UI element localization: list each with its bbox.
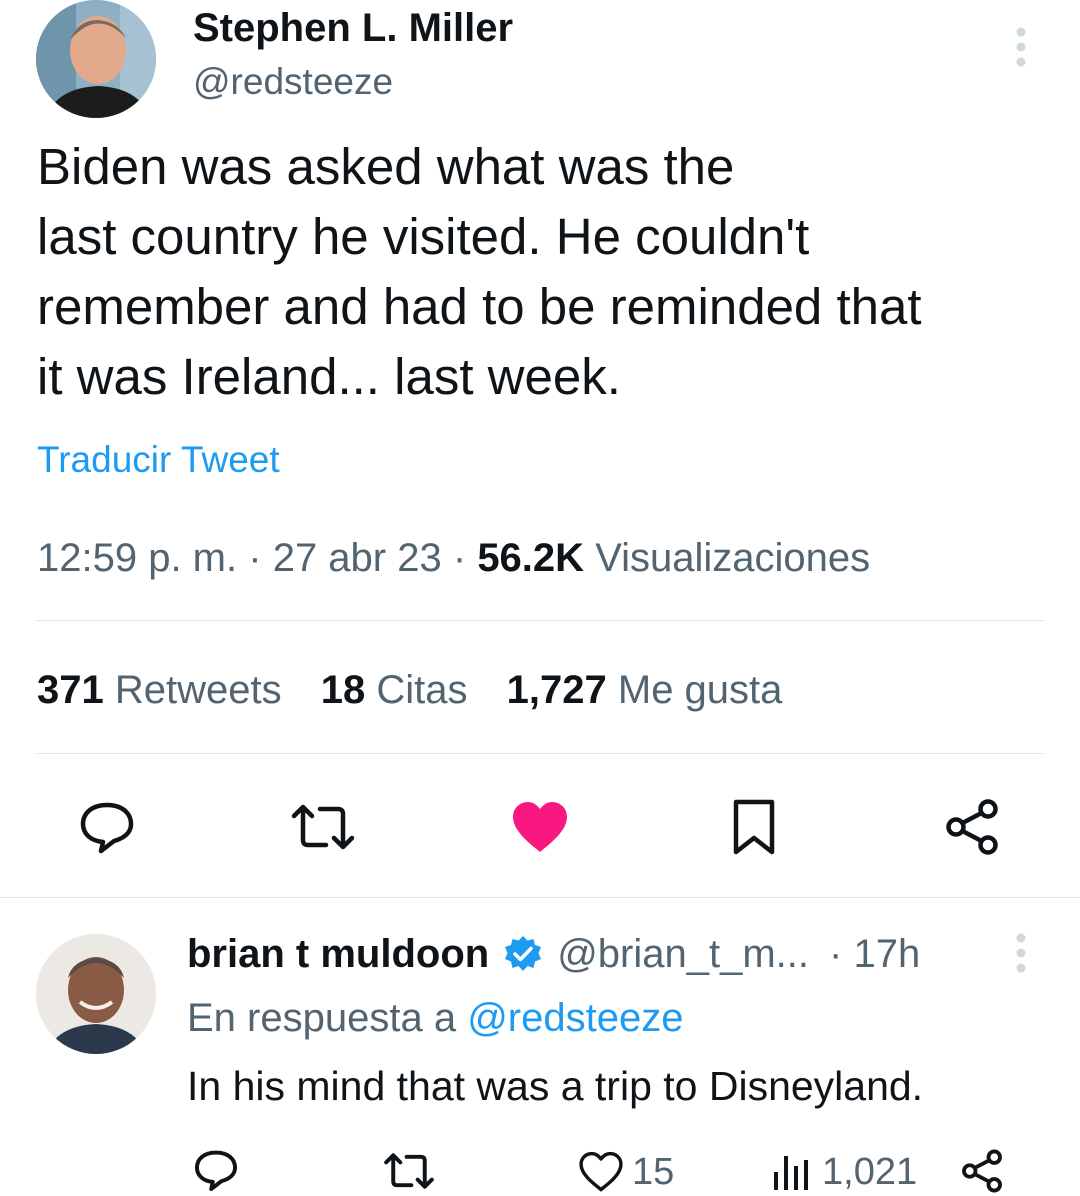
- divider: [36, 620, 1044, 621]
- views-label: Visualizaciones: [595, 536, 871, 580]
- divider: [36, 753, 1044, 754]
- divider: [0, 897, 1080, 898]
- reply-author-name[interactable]: brian t muldoon: [187, 930, 489, 978]
- reply-retweet-icon[interactable]: [380, 1148, 438, 1194]
- tweet-text-line: it was Ireland... last week.: [37, 348, 621, 405]
- likes-count: 1,727: [506, 668, 607, 712]
- reply-text: In his mind that was a trip to Disneylan…: [187, 1063, 924, 1109]
- reply-like-icon: [578, 1151, 624, 1193]
- author-handle[interactable]: @redsteeze: [193, 60, 393, 104]
- likes-stat[interactable]: 1,727 Me gusta: [507, 668, 783, 712]
- tweet-text-line: last country he visited. He couldn't: [37, 208, 810, 265]
- reply-like-count: 15: [632, 1151, 675, 1193]
- share-icon[interactable]: [936, 796, 1008, 858]
- author-avatar[interactable]: [36, 0, 156, 118]
- more-options-icon[interactable]: [1003, 24, 1039, 70]
- reply-author-handle[interactable]: @brian_t_m...: [557, 930, 809, 978]
- in-reply-handle-link[interactable]: @redsteeze: [467, 996, 683, 1040]
- retweets-stat[interactable]: 371 Retweets: [37, 668, 293, 712]
- tweet-date[interactable]: 27 abr 23: [273, 536, 442, 580]
- in-reply-prefix: En respuesta a: [187, 996, 457, 1040]
- tweet-time[interactable]: 12:59 p. m.: [37, 536, 237, 580]
- reply-more-options-icon[interactable]: [1003, 930, 1039, 976]
- tweet-text: Biden was asked what was the last countr…: [37, 132, 1047, 412]
- verified-badge-icon: [503, 934, 543, 974]
- tweet-meta: 12:59 p. m. · 27 abr 23 · 56.2K Visualiz…: [37, 534, 870, 582]
- tweet-text-line: remember and had to be reminded that: [37, 278, 922, 335]
- reply-reply-icon[interactable]: [188, 1146, 244, 1194]
- reply-views-icon: [770, 1152, 814, 1192]
- reply-views-count: 1,021: [822, 1151, 918, 1193]
- quotes-label: Citas: [376, 668, 468, 712]
- tweet-stats: 371 Retweets 18 Citas 1,727 Me gusta: [37, 666, 782, 714]
- retweets-count: 371: [37, 668, 104, 712]
- bookmark-icon[interactable]: [722, 796, 786, 858]
- retweets-label: Retweets: [114, 668, 282, 712]
- reply-views-button[interactable]: 1,021: [770, 1148, 917, 1196]
- separator: ·: [248, 536, 262, 580]
- separator: ·: [452, 536, 467, 580]
- reply-icon[interactable]: [72, 796, 142, 858]
- like-icon-filled[interactable]: [508, 798, 572, 856]
- translate-tweet-link[interactable]: Traducir Tweet: [37, 438, 280, 482]
- reply-header: brian t muldoon @brian_t_m... · 17h: [187, 930, 920, 978]
- retweet-icon[interactable]: [288, 798, 358, 856]
- reply-time[interactable]: · 17h: [829, 930, 920, 978]
- tweet-text-line: Biden was asked what was the: [37, 138, 735, 195]
- quotes-count: 18: [320, 668, 366, 712]
- views-count: 56.2K: [477, 536, 585, 580]
- quotes-stat[interactable]: 18 Citas: [321, 668, 479, 712]
- likes-label: Me gusta: [617, 668, 783, 712]
- author-name[interactable]: Stephen L. Miller: [193, 5, 513, 51]
- in-reply-to: En respuesta a @redsteeze: [187, 994, 683, 1042]
- reply-author-avatar[interactable]: [36, 934, 156, 1054]
- reply-share-icon[interactable]: [955, 1148, 1009, 1194]
- reply-like-button[interactable]: 15: [578, 1148, 674, 1196]
